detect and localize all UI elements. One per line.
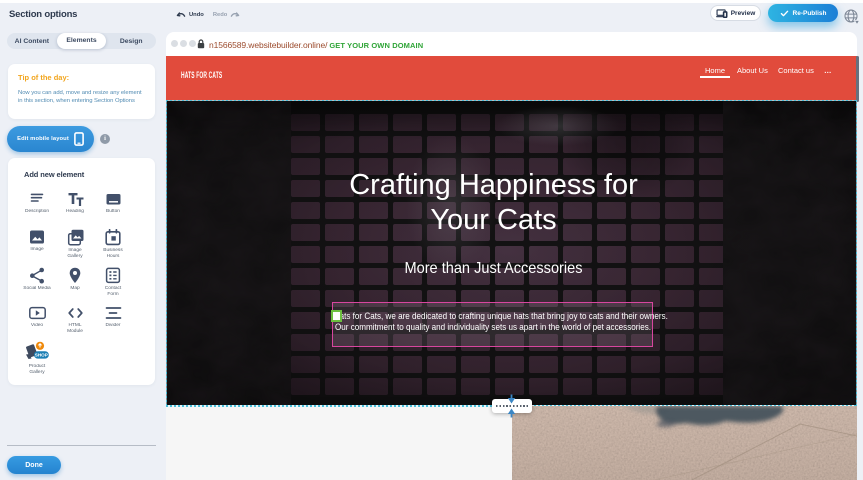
svg-text:SHOP: SHOP [35, 353, 48, 358]
